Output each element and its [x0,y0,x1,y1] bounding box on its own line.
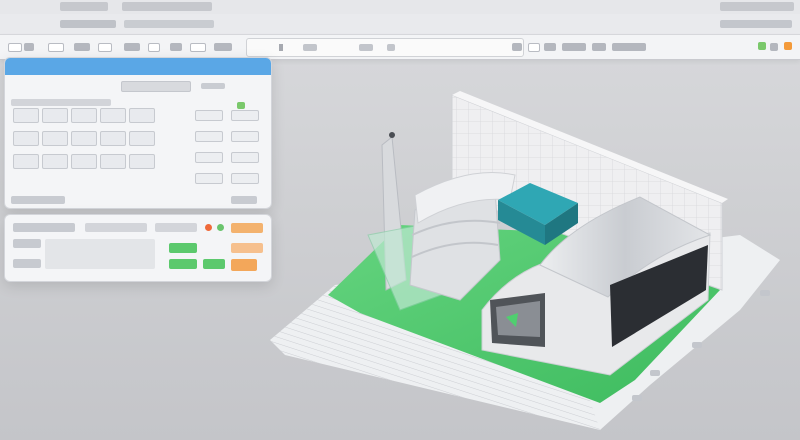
titlebar-segment [60,2,108,11]
3d-model-viewport[interactable] [240,85,800,440]
status-icon[interactable] [758,42,766,50]
tower-antenna [389,132,395,138]
layer-row[interactable] [13,223,75,232]
panel-footer-button[interactable] [11,196,65,204]
more-icon[interactable] [214,43,232,51]
thumbnail-cell[interactable] [100,108,126,123]
record-icon[interactable] [205,224,212,231]
thumbnail-cell[interactable] [13,131,39,146]
forward-icon[interactable] [24,43,34,51]
thumbnail-cell[interactable] [42,154,68,169]
layer-green-chip[interactable] [169,259,197,269]
panel-section-title [11,99,111,106]
notification-icon[interactable] [784,42,792,50]
thumbnail-cell[interactable] [42,131,68,146]
tools-icon[interactable] [124,43,140,51]
hangar-interior [496,301,540,337]
layer-green-chip[interactable] [169,243,197,253]
view-icon[interactable] [190,43,206,52]
thumbnail-cell[interactable] [71,154,97,169]
thumbnail-grid [13,108,182,169]
print-icon[interactable] [544,43,556,51]
rail-marker [760,290,770,296]
properties-panel [4,57,272,209]
back-icon[interactable] [8,43,22,52]
property-field[interactable] [195,152,223,163]
thumbnail-cell[interactable] [129,131,155,146]
layer-icon[interactable] [148,43,160,52]
share-icon[interactable] [512,43,522,51]
layer-row[interactable] [13,259,41,268]
address-segment [303,44,317,51]
property-field[interactable] [195,110,223,121]
address-segment [387,44,395,51]
search-input[interactable] [246,38,524,57]
titlebar-segment [720,2,794,11]
tab-item[interactable] [720,20,792,28]
layer-row[interactable] [85,223,147,232]
layer-row[interactable] [13,239,41,248]
menu-text[interactable] [592,43,606,51]
download-icon[interactable] [528,43,540,52]
layer-preview [45,239,155,269]
status-icon[interactable] [217,224,224,231]
reload-icon[interactable] [48,43,64,52]
panel-dropdown[interactable] [121,81,191,92]
thumbnail-cell[interactable] [71,108,97,123]
window-titlebar [0,0,800,15]
home-icon[interactable] [74,43,90,51]
thumbnail-cell[interactable] [13,108,39,123]
layer-chip[interactable] [169,223,197,232]
rail-marker [692,342,702,348]
bookmark-icon[interactable] [98,43,112,52]
menu-text[interactable] [562,43,586,51]
layer-green-chip[interactable] [203,259,225,269]
property-field[interactable] [195,173,223,184]
thumbnail-cell[interactable] [71,131,97,146]
tab-strip [0,14,800,34]
panel-header [5,58,271,75]
thumbnail-cell[interactable] [13,154,39,169]
rail-marker [650,370,660,376]
titlebar-segment [122,2,212,11]
grid-icon[interactable] [170,43,182,51]
address-segment [359,44,373,51]
property-field[interactable] [195,131,223,142]
tab-item[interactable] [124,20,214,28]
user-icon[interactable] [770,43,778,51]
panel-label [201,83,225,89]
thumbnail-cell[interactable] [100,154,126,169]
rail-marker [632,395,642,401]
search-icon [279,44,283,51]
menu-text[interactable] [612,43,646,51]
thumbnail-cell[interactable] [42,108,68,123]
thumbnail-cell[interactable] [129,154,155,169]
tab-item[interactable] [60,20,116,28]
thumbnail-cell[interactable] [129,108,155,123]
layers-panel [4,214,272,282]
thumbnail-cell[interactable] [100,131,126,146]
